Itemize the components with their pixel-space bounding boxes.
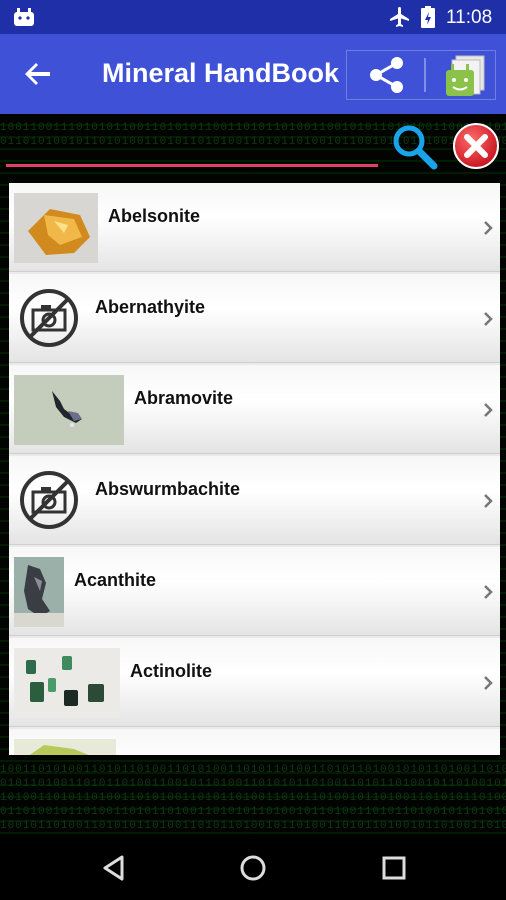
search-input[interactable] <box>8 128 378 166</box>
matrix-row: 1010011010110100110101001101011010011010… <box>0 792 506 804</box>
mineral-thumbnail <box>14 193 98 263</box>
navigation-bar <box>0 834 506 900</box>
list-item[interactable]: Acanthite <box>9 547 500 636</box>
list-item[interactable]: Actinolite <box>9 638 500 727</box>
battery-icon <box>421 6 435 28</box>
list-item[interactable] <box>9 729 500 755</box>
chevron-right-icon <box>484 312 493 326</box>
status-bar: 11:08 <box>0 0 506 34</box>
mineral-name: Actinolite <box>130 661 213 681</box>
status-time: 11:08 <box>446 7 493 28</box>
mineral-name: Abramovite <box>134 388 234 408</box>
share-icon[interactable] <box>366 54 408 96</box>
search-icon[interactable] <box>390 122 438 170</box>
list-item[interactable]: Abramovite <box>9 365 500 454</box>
nav-recents-icon[interactable] <box>381 855 407 881</box>
mineral-name: Abernathyite <box>95 297 206 317</box>
matrix-row: 0110100101101001101011010011010101101001… <box>0 806 506 818</box>
search-underline <box>6 164 378 167</box>
mineral-thumbnail <box>14 739 116 755</box>
chevron-right-icon <box>484 676 493 690</box>
page-title: Mineral HandBook <box>102 58 340 88</box>
nav-back-icon[interactable] <box>100 854 128 882</box>
chevron-right-icon <box>484 585 493 599</box>
action-divider <box>424 58 426 92</box>
android-notification-icon <box>14 8 34 26</box>
back-arrow-icon[interactable] <box>20 56 56 92</box>
matrix-row: 1001011010011010101101001101011010010110… <box>0 820 506 832</box>
mineral-name: Abswurmbachite <box>95 479 241 499</box>
chevron-right-icon <box>484 494 493 508</box>
matrix-row: 0101101001101011010011001011010011010101… <box>0 778 506 790</box>
list-item[interactable]: Abernathyite <box>9 274 500 363</box>
android-market-icon[interactable] <box>442 52 490 100</box>
no-photo-icon <box>20 289 78 347</box>
mineral-thumbnail <box>14 375 124 445</box>
list-item[interactable]: Abelsonite <box>9 183 500 272</box>
nav-home-icon[interactable] <box>239 854 267 882</box>
chevron-right-icon <box>484 221 493 235</box>
mineral-thumbnail <box>14 648 120 718</box>
list-item[interactable]: Abswurmbachite <box>9 456 500 545</box>
clear-search-icon[interactable] <box>450 122 502 170</box>
no-photo-icon <box>20 471 78 529</box>
chevron-right-icon <box>484 403 493 417</box>
matrix-row: 1001101010011010110100110101001101011010… <box>0 764 506 776</box>
mineral-list: Abelsonite Abernathyite Abramovite Abswu… <box>9 183 500 755</box>
mineral-name: Acanthite <box>74 570 157 590</box>
mineral-name: Abelsonite <box>108 206 201 226</box>
mineral-thumbnail <box>14 557 64 627</box>
app-bar: Mineral HandBook <box>0 34 506 114</box>
airplane-mode-icon <box>390 7 409 27</box>
